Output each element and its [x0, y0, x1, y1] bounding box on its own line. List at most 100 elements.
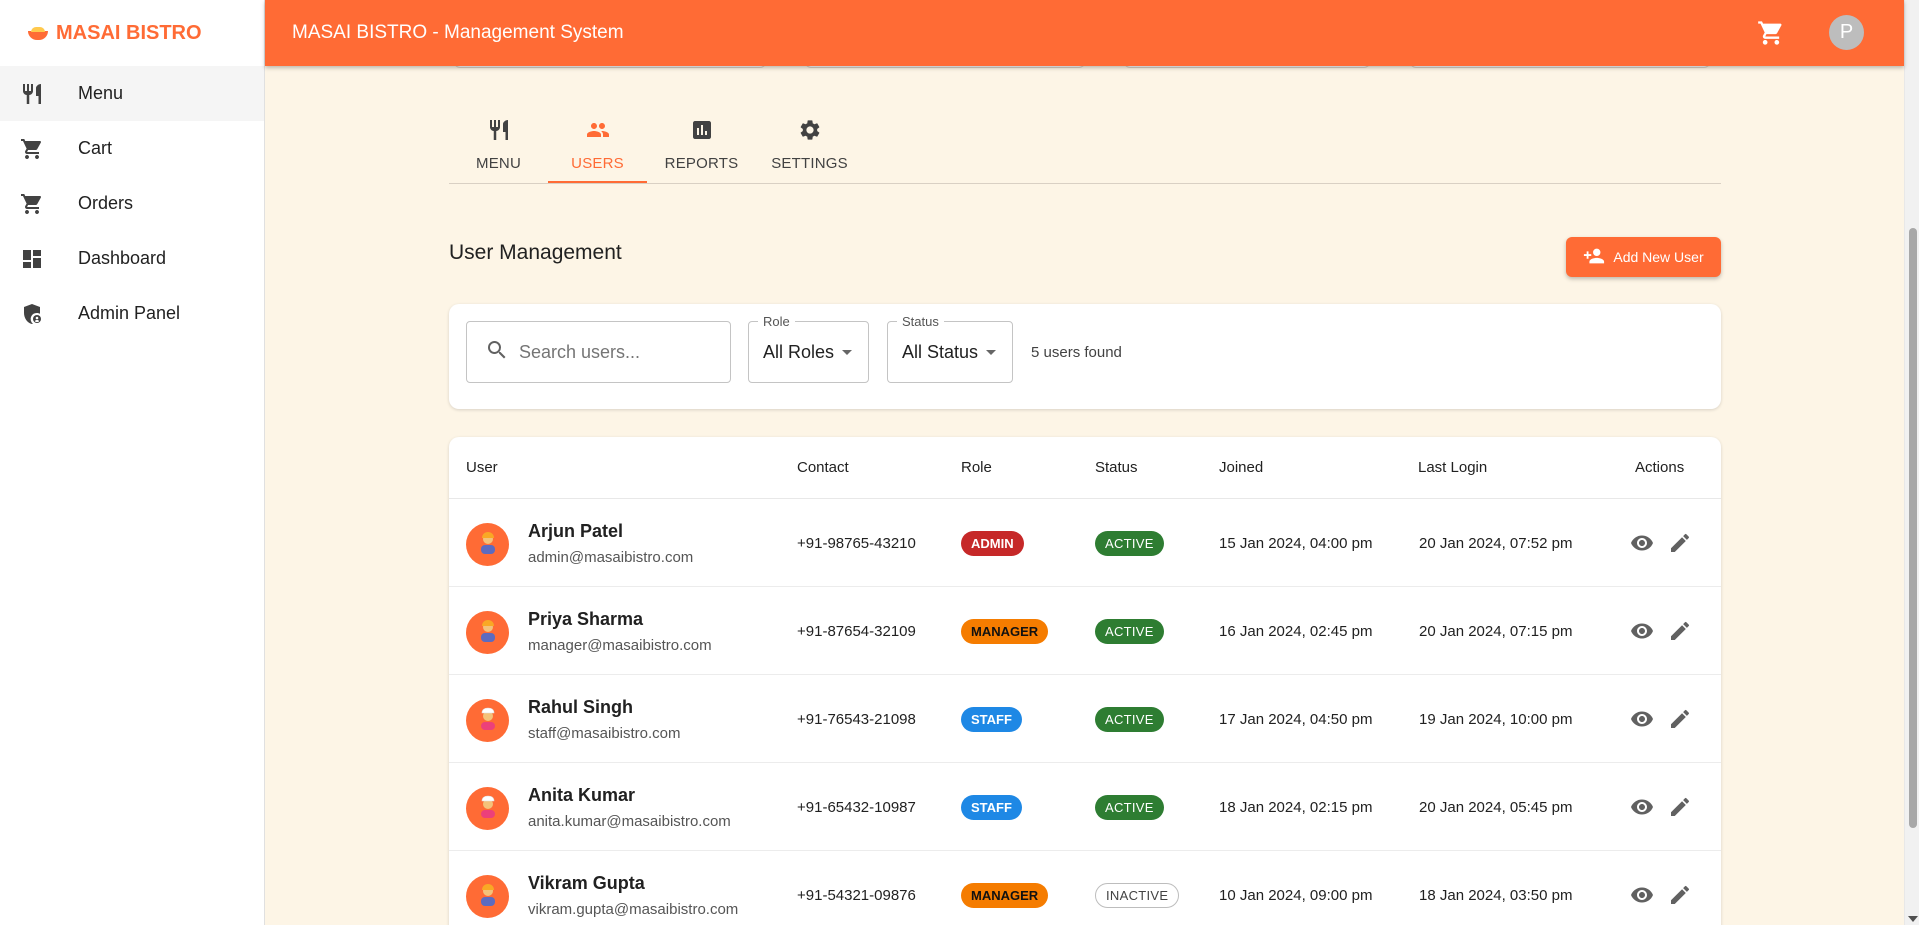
tab-users[interactable]: USERS [548, 104, 647, 183]
role-select[interactable]: Role All Roles [748, 314, 869, 383]
person-add-icon [1583, 245, 1605, 270]
bar-chart-icon [690, 118, 714, 147]
table-row[interactable]: Priya Sharma manager@masaibistro.com +91… [449, 587, 1721, 675]
joined-date: 18 Jan 2024, 02:15 pm [1219, 799, 1373, 816]
sidebar-item-label: Cart [78, 138, 113, 158]
user-email: manager@masaibistro.com [528, 637, 712, 654]
gear-icon [798, 118, 822, 147]
table-row[interactable]: Anita Kumar anita.kumar@masaibistro.com … [449, 763, 1721, 851]
person-emoji-icon [477, 530, 499, 559]
role-badge: STAFF [961, 707, 1022, 732]
scroll-down-arrow-icon[interactable] [1908, 916, 1918, 922]
sidebar: MASAI BISTRO Menu Cart Orders Dashboard … [0, 0, 265, 925]
view-icon[interactable] [1629, 618, 1655, 644]
bowl-icon [28, 26, 48, 40]
restaurant-icon [487, 118, 511, 147]
edit-icon[interactable] [1667, 530, 1693, 556]
person-emoji-icon [477, 882, 499, 911]
brand-name: MASAI BISTRO [56, 21, 202, 44]
cart-icon [20, 137, 44, 161]
avatar [466, 699, 509, 742]
status-select[interactable]: Status All Status [887, 314, 1013, 383]
status-badge: ACTIVE [1095, 619, 1164, 644]
sidebar-item-label: Admin Panel [78, 303, 181, 323]
add-user-button[interactable]: Add New User [1566, 237, 1721, 277]
sidebar-item-menu[interactable]: Menu [0, 66, 264, 121]
search-field[interactable] [466, 321, 731, 383]
user-avatar[interactable]: P [1829, 15, 1864, 50]
admin-shield-icon [20, 302, 44, 326]
table-row[interactable]: Arjun Patel admin@masaibistro.com +91-98… [449, 499, 1721, 587]
edit-icon[interactable] [1667, 794, 1693, 820]
last-login-date: 20 Jan 2024, 05:45 pm [1419, 799, 1573, 816]
brand-logo[interactable]: MASAI BISTRO [0, 0, 264, 66]
last-login-date: 18 Jan 2024, 03:50 pm [1419, 887, 1573, 904]
joined-date: 16 Jan 2024, 02:45 pm [1219, 623, 1373, 640]
role-badge: MANAGER [961, 883, 1049, 908]
role-badge: MANAGER [961, 619, 1049, 644]
top-app-bar: MASAI BISTRO - Management System P [265, 0, 1904, 66]
user-contact: +91-76543-21098 [797, 711, 916, 728]
header-status[interactable]: Status [1095, 459, 1138, 476]
status-select-label: Status [897, 314, 944, 329]
view-icon[interactable] [1629, 794, 1655, 820]
search-icon [485, 338, 509, 367]
header-user[interactable]: User [466, 459, 498, 476]
tab-label: MENU [476, 155, 521, 172]
sidebar-item-orders[interactable]: Orders [0, 176, 264, 231]
header-actions: Actions [1635, 459, 1685, 476]
tab-label: USERS [571, 155, 624, 172]
table-row[interactable]: Rahul Singh staff@masaibistro.com +91-76… [449, 675, 1721, 763]
avatar [466, 611, 509, 654]
edit-icon[interactable] [1667, 706, 1693, 732]
user-email: vikram.gupta@masaibistro.com [528, 901, 739, 918]
edit-icon[interactable] [1667, 618, 1693, 644]
status-badge: ACTIVE [1095, 795, 1164, 820]
header-joined[interactable]: Joined [1219, 459, 1263, 476]
user-name: Anita Kumar [528, 785, 636, 805]
sidebar-item-dashboard[interactable]: Dashboard [0, 231, 264, 286]
sidebar-item-cart[interactable]: Cart [0, 121, 264, 176]
role-select-label: Role [758, 314, 795, 329]
role-badge: ADMIN [961, 531, 1024, 556]
role-select-value: All Roles [763, 341, 835, 362]
chef-emoji-icon [477, 794, 499, 823]
last-login-date: 19 Jan 2024, 10:00 pm [1419, 711, 1573, 728]
view-icon[interactable] [1629, 530, 1655, 556]
sidebar-item-admin-panel[interactable]: Admin Panel [0, 286, 264, 341]
header-last-login[interactable]: Last Login [1418, 459, 1487, 476]
table-row[interactable]: Vikram Gupta vikram.gupta@masaibistro.co… [449, 851, 1721, 925]
app-title: MASAI BISTRO - Management System [292, 22, 624, 43]
user-name: Rahul Singh [528, 697, 633, 717]
user-contact: +91-54321-09876 [797, 887, 916, 904]
joined-date: 17 Jan 2024, 04:50 pm [1219, 711, 1373, 728]
user-name: Vikram Gupta [528, 873, 645, 893]
role-badge: STAFF [961, 795, 1022, 820]
user-email: admin@masaibistro.com [528, 549, 694, 566]
search-input[interactable] [519, 341, 719, 363]
header-contact[interactable]: Contact [797, 459, 849, 476]
cart-icon[interactable] [1757, 19, 1785, 52]
status-select-value: All Status [902, 341, 979, 362]
edit-icon[interactable] [1667, 882, 1693, 908]
user-contact: +91-87654-32109 [797, 623, 916, 640]
add-user-label: Add New User [1613, 249, 1704, 265]
view-icon[interactable] [1629, 706, 1655, 732]
tab-menu[interactable]: MENU [449, 104, 548, 183]
user-email: anita.kumar@masaibistro.com [528, 813, 731, 830]
view-icon[interactable] [1629, 882, 1655, 908]
header-role[interactable]: Role [961, 459, 992, 476]
restaurant-icon [20, 82, 44, 106]
sidebar-item-label: Orders [78, 193, 134, 213]
people-icon [586, 118, 610, 147]
filter-card: Role All Roles Status All Status 5 users… [449, 304, 1721, 409]
page-scrollbar[interactable] [1904, 0, 1919, 925]
scrollbar-thumb[interactable] [1909, 228, 1917, 828]
avatar [466, 875, 509, 918]
tab-reports[interactable]: REPORTS [647, 104, 756, 183]
admin-tabs: MENU USERS REPORTS SETTINGS [449, 104, 1721, 184]
user-contact: +91-65432-10987 [797, 799, 916, 816]
avatar [466, 523, 509, 566]
tab-settings[interactable]: SETTINGS [756, 104, 863, 183]
page-title: User Management [449, 241, 622, 264]
